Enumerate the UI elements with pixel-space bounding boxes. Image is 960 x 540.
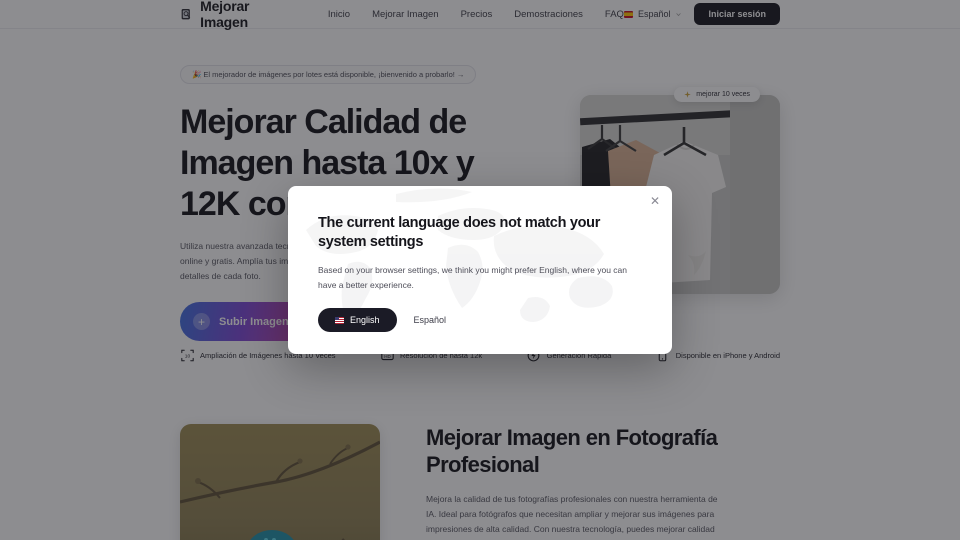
flag-us-icon bbox=[335, 316, 344, 324]
keep-spanish-button[interactable]: Español bbox=[404, 308, 457, 332]
dialog-content: The current language does not match your… bbox=[288, 186, 672, 332]
page-root: Mejorar Imagen Inicio Mejorar Imagen Pre… bbox=[0, 0, 960, 540]
switch-to-english-button[interactable]: English bbox=[318, 308, 397, 332]
dialog-actions: English Español bbox=[318, 308, 642, 332]
switch-to-english-label: English bbox=[350, 315, 380, 325]
dialog-title: The current language does not match your… bbox=[318, 215, 601, 250]
dialog-body: Based on your browser settings, we think… bbox=[318, 265, 627, 290]
language-mismatch-dialog: ✕ The current language does not match yo… bbox=[288, 186, 672, 354]
